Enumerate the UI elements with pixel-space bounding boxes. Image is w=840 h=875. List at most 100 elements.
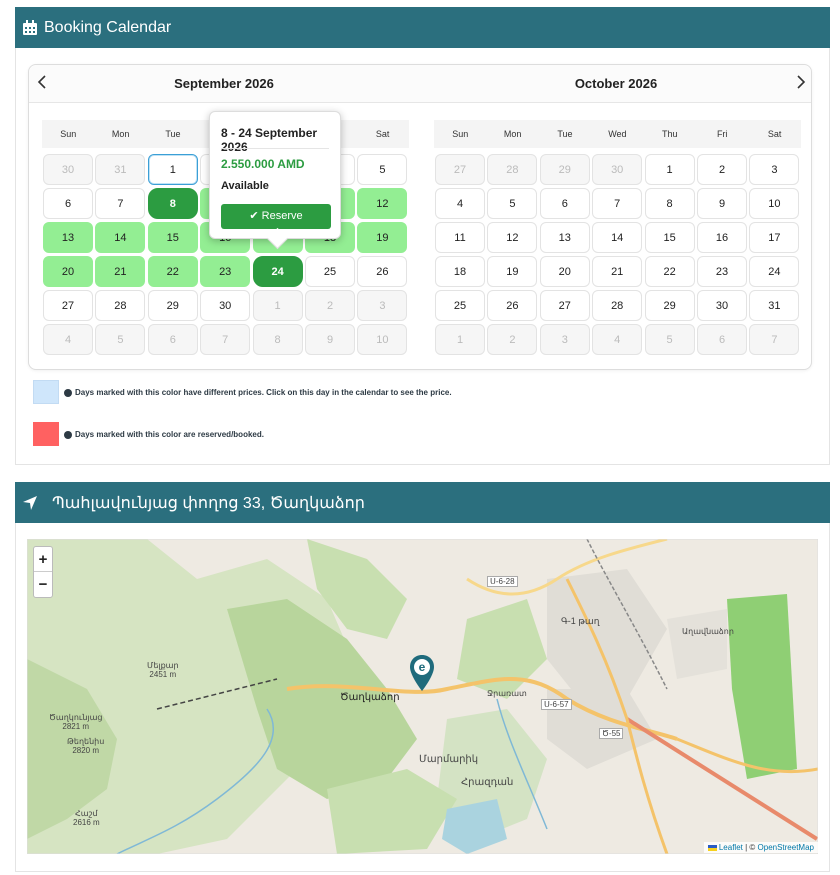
calendar-day[interactable]: 22 (147, 256, 198, 287)
calendar-day[interactable]: 26 (487, 290, 538, 321)
calendar-day[interactable]: 13 (43, 222, 93, 253)
calendar-day-outside: 30 (592, 154, 643, 185)
calendar-day-outside: 1 (252, 290, 303, 321)
weekday-header: Fri (696, 120, 749, 148)
calendar-day-outside: 5 (95, 324, 146, 355)
svg-text:e: e (419, 660, 426, 674)
calendar-day-outside: 2 (305, 290, 355, 321)
calendar-day[interactable]: 20 (539, 256, 590, 287)
map-label-city: Ծաղկաձոր (340, 692, 400, 703)
calendar-day[interactable]: 8 (644, 188, 695, 219)
calendar-day[interactable]: 13 (539, 222, 590, 253)
calendar-day[interactable]: 5 (487, 188, 538, 219)
calendar-day[interactable]: 24 (252, 256, 303, 287)
reserve-button[interactable]: ✔ Reserve (221, 204, 331, 229)
calendar-day[interactable]: 30 (697, 290, 747, 321)
calendar-day[interactable]: 15 (644, 222, 695, 253)
calendar-day-outside: 4 (592, 324, 643, 355)
calendar-day[interactable]: 7 (95, 188, 146, 219)
calendar-day[interactable]: 6 (43, 188, 93, 219)
calendar-day[interactable]: 22 (644, 256, 695, 287)
calendar-day-outside: 27 (435, 154, 485, 185)
prev-month-button[interactable] (32, 73, 52, 94)
weekday-header: Sat (356, 120, 409, 148)
calendar-day[interactable]: 28 (592, 290, 643, 321)
osm-link[interactable]: OpenStreetMap (758, 843, 814, 852)
tooltip-status: Available (221, 180, 269, 192)
calendar-day[interactable]: 19 (487, 256, 538, 287)
calendar-day[interactable]: 11 (435, 222, 485, 253)
calendar-day[interactable]: 2 (697, 154, 747, 185)
calendar-day[interactable]: 27 (43, 290, 93, 321)
calendar-day[interactable]: 15 (147, 222, 198, 253)
next-month-button[interactable] (791, 73, 811, 94)
weekday-header: Wed (591, 120, 644, 148)
zoom-in-button[interactable]: + (34, 547, 52, 572)
calendar-day-outside: 9 (305, 324, 355, 355)
calendar-day[interactable]: 20 (43, 256, 93, 287)
calendar-day[interactable]: 12 (357, 188, 408, 219)
calendar-day[interactable]: 1 (644, 154, 695, 185)
calendar-day[interactable]: 25 (305, 256, 355, 287)
calendar-day[interactable]: 12 (487, 222, 538, 253)
calendar-day-outside: 7 (749, 324, 800, 355)
calendar-day[interactable]: 10 (749, 188, 800, 219)
calendar-day-outside: 6 (147, 324, 198, 355)
calendar-day[interactable]: 18 (435, 256, 485, 287)
calendar-day[interactable]: 21 (95, 256, 146, 287)
calendar-day[interactable]: 27 (539, 290, 590, 321)
location-arrow-icon (23, 495, 37, 510)
map-label-peak3: Թեղենիս 2820 m (67, 737, 105, 755)
legend-swatch-red (33, 422, 59, 446)
calendar-day[interactable]: 7 (592, 188, 643, 219)
map-label-peak1: Մելքար 2451 m (147, 661, 179, 679)
calendar-day[interactable]: 23 (200, 256, 251, 287)
chevron-left-icon (37, 75, 46, 89)
calendar-day[interactable]: 25 (435, 290, 485, 321)
calendar-day[interactable]: 5 (357, 154, 408, 185)
calendar-day[interactable]: 17 (749, 222, 800, 253)
location-title: Պահլավունյաց փողոց 33, Ծաղկաձոր (52, 494, 365, 512)
map-marker-icon[interactable]: e (409, 654, 435, 692)
legend-swatch-blue (33, 380, 59, 404)
calendar-day[interactable]: 28 (95, 290, 146, 321)
calendar-day[interactable]: 24 (749, 256, 800, 287)
calendar-day[interactable]: 26 (357, 256, 408, 287)
weekday-header: Sun (434, 120, 487, 148)
calendar-day[interactable]: 30 (200, 290, 251, 321)
legend-text: Days marked with this color are reserved… (75, 430, 264, 439)
calendar-day[interactable]: 6 (539, 188, 590, 219)
calendar-day[interactable]: 31 (749, 290, 800, 321)
chevron-right-icon (797, 75, 806, 89)
calendar-day-outside: 7 (200, 324, 251, 355)
calendar-day[interactable]: 29 (644, 290, 695, 321)
calendar-day[interactable]: 1 (147, 154, 198, 185)
month-title-october: October 2026 (574, 76, 658, 91)
calendar-day-outside: 31 (95, 154, 146, 185)
map-label-marmarik: Մարմարիկ (419, 754, 479, 765)
calendar-day-outside: 2 (487, 324, 538, 355)
calendar-day-outside: 3 (539, 324, 590, 355)
booking-tooltip: 8 - 24 September 2026 2.550.000 AMD Avai… (209, 111, 341, 239)
map-label-peak2: Ծաղկունյաց 2821 m (49, 713, 103, 731)
calendar-day[interactable]: 14 (592, 222, 643, 253)
calendar-day[interactable]: 19 (357, 222, 408, 253)
ukraine-flag-icon (707, 844, 717, 851)
zoom-out-button[interactable]: − (34, 572, 52, 597)
calendar-day[interactable]: 23 (697, 256, 747, 287)
calendar-day-outside: 8 (252, 324, 303, 355)
weekday-header: Tue (146, 120, 200, 148)
calendar-day[interactable]: 14 (95, 222, 146, 253)
calendar-day[interactable]: 29 (147, 290, 198, 321)
calendar-day[interactable]: 21 (592, 256, 643, 287)
calendar-day[interactable]: 8 (147, 188, 198, 219)
leaflet-link[interactable]: Leaflet (719, 843, 743, 852)
calendar-day[interactable]: 16 (697, 222, 747, 253)
calendar-day[interactable]: 4 (435, 188, 485, 219)
calendar-day-outside: 5 (644, 324, 695, 355)
calendar-day[interactable]: 3 (749, 154, 800, 185)
calendar-day[interactable]: 9 (697, 188, 747, 219)
calendar-day-outside: 30 (43, 154, 93, 185)
map[interactable]: Ծաղկաձոր Մարմարիկ Հրազդան Գ-1 թաղ Ջրառատ… (27, 539, 818, 854)
tooltip-range: 8 - 24 September 2026 (221, 126, 318, 154)
